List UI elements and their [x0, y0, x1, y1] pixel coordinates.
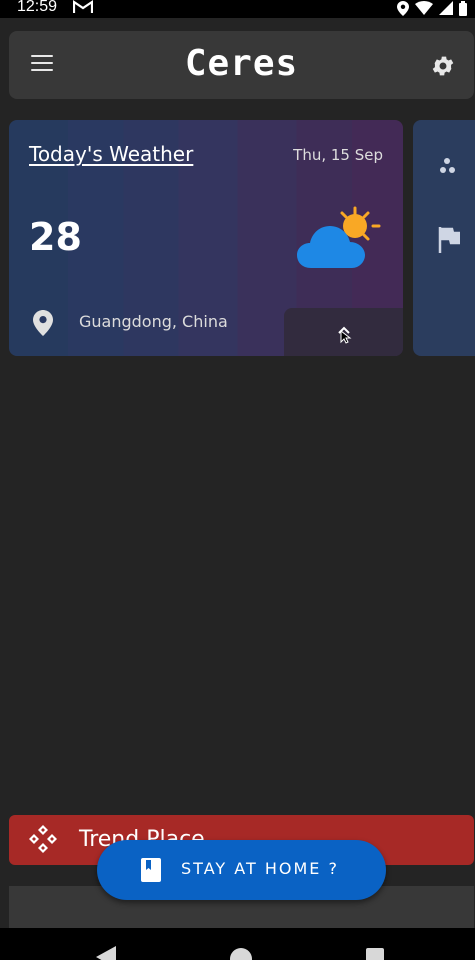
status-icons — [397, 0, 467, 16]
flag-icon — [438, 227, 460, 253]
weather-title: Today's Weather — [29, 142, 194, 166]
location-pin-icon — [33, 310, 53, 336]
navigation-bar — [0, 928, 475, 960]
side-card[interactable] — [413, 120, 475, 356]
recents-icon[interactable] — [366, 948, 384, 960]
home-icon[interactable] — [230, 948, 252, 960]
weather-date: Thu, 15 Sep — [293, 146, 383, 164]
signal-icon — [439, 1, 453, 15]
trend-icon — [29, 825, 57, 853]
app-screen: 12:59 Ceres Today's Weather Thu, 15 Sep … — [0, 0, 475, 960]
partly-cloudy-icon — [297, 206, 381, 268]
location-text: Guangdong, China — [79, 312, 228, 331]
app-title: Ceres — [184, 43, 299, 84]
battery-icon — [459, 0, 467, 16]
gmail-icon — [73, 0, 93, 13]
status-bar: 12:59 — [0, 0, 475, 18]
expand-icon[interactable] — [336, 324, 352, 344]
book-icon — [141, 858, 161, 882]
weather-card[interactable]: Today's Weather Thu, 15 Sep 28 Guangdong… — [9, 120, 403, 356]
stay-at-home-button[interactable]: STAY AT HOME ? — [97, 840, 386, 900]
dots-icon — [440, 158, 455, 173]
status-time: 12:59 — [17, 0, 58, 15]
settings-icon[interactable] — [430, 53, 456, 79]
wifi-icon — [415, 1, 433, 15]
back-icon[interactable] — [96, 946, 116, 960]
weather-temperature: 28 — [29, 215, 82, 259]
app-bar: Ceres — [9, 31, 474, 99]
expand-panel[interactable] — [284, 308, 403, 356]
stay-at-home-label: STAY AT HOME ? — [181, 859, 339, 878]
location-icon — [397, 0, 409, 16]
